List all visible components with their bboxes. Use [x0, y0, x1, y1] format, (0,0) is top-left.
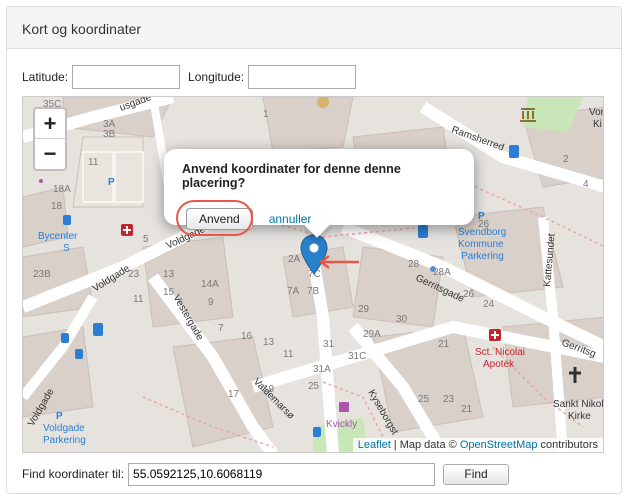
leaflet-link[interactable]: Leaflet: [358, 439, 391, 451]
zoom-control: + −: [33, 107, 67, 171]
house-number: 5: [143, 234, 149, 245]
house-number: 21: [461, 404, 473, 415]
house-number: 28: [408, 259, 420, 270]
poi-label: Svendborg: [458, 227, 506, 238]
house-number: 23B: [33, 269, 51, 280]
poi-label: Vor: [589, 107, 604, 118]
bus-stop-icon: [313, 427, 321, 437]
parking-icon: P: [478, 211, 485, 222]
poi-label: Apotek: [483, 359, 515, 370]
popup-actions: Anvend annuller: [176, 200, 456, 236]
house-number: 24: [483, 299, 495, 310]
house-number: 29: [358, 304, 370, 315]
osm-link[interactable]: OpenStreetMap: [460, 439, 538, 451]
coordinates-row: Latitude: Longitude:: [22, 64, 357, 90]
house-number: 31C: [348, 351, 366, 362]
find-button[interactable]: Find: [443, 463, 510, 485]
parking-icon: P: [56, 411, 63, 422]
house-number: 2: [563, 154, 569, 165]
poi-label: S: [63, 243, 70, 254]
house-number: 13: [163, 269, 175, 280]
map-view[interactable]: usgade Voldgade Voldgade Vestergade Vold…: [22, 96, 604, 453]
poi-label: Bycenter: [38, 231, 78, 242]
house-number: 4: [583, 179, 589, 190]
house-number: 18: [51, 201, 63, 212]
longitude-label: Longitude:: [188, 70, 245, 84]
poi-label: Kvickly: [326, 419, 357, 430]
house-number: 25: [418, 394, 430, 405]
house-number: 15: [163, 287, 175, 298]
poi-label: Kirke: [568, 411, 591, 422]
poi-label: Ki: [593, 119, 602, 130]
apply-wrapper: Anvend: [176, 200, 253, 236]
confirm-popup: Anvend koordinater for denne denne place…: [164, 149, 474, 238]
charging-station-icon: [509, 145, 519, 158]
house-number: 11: [133, 294, 144, 305]
bus-stop-icon: [63, 215, 71, 225]
house-number: 23: [128, 269, 140, 280]
latitude-input[interactable]: [72, 65, 181, 89]
find-coordinates-input[interactable]: [128, 462, 436, 486]
house-number: 14A: [201, 279, 219, 290]
parking-icon: P: [108, 177, 115, 188]
latitude-label: Latitude:: [22, 70, 69, 84]
highlight-ring: [176, 200, 253, 236]
panel-title: Kort og koordinater: [7, 7, 621, 49]
map-attribution: Leaflet | Map data © OpenStreetMap contr…: [352, 438, 603, 452]
house-number: 1: [263, 109, 269, 120]
house-number: 16: [241, 331, 253, 342]
house-number: 7C: [308, 269, 321, 280]
house-number: 18A: [53, 184, 71, 195]
attribution-sep: | Map data ©: [390, 439, 460, 451]
find-label: Find koordinater til:: [22, 467, 125, 481]
house-number: 26: [463, 289, 475, 300]
attribution-tail: contributors: [537, 439, 598, 451]
house-number: 3B: [103, 129, 116, 140]
zoom-in-button[interactable]: +: [35, 109, 65, 139]
poi-label: Sankt Nikol: [553, 399, 604, 410]
house-number: 31: [323, 339, 335, 350]
popup-title: Anvend koordinater for denne denne place…: [182, 162, 401, 190]
map-panel: Kort og koordinater Latitude: Longitude:: [6, 6, 622, 494]
house-number: 21: [438, 339, 450, 350]
house-number: 17: [228, 389, 240, 400]
poi-label: Kommune: [458, 239, 504, 250]
poi-label: Parkering: [461, 251, 504, 262]
house-number: 23: [443, 394, 455, 405]
bus-stop-icon: [61, 333, 69, 343]
house-number: 2A: [288, 254, 301, 265]
house-number: 7B: [307, 286, 320, 297]
house-number: 25: [308, 381, 320, 392]
house-number: 7: [218, 323, 224, 334]
house-number: 29A: [363, 329, 381, 340]
house-number: 19: [263, 384, 275, 395]
cancel-link[interactable]: annuller: [269, 212, 312, 226]
house-number: 30: [396, 314, 408, 325]
poi-label: Parkering: [43, 435, 86, 446]
find-row: Find koordinater til: Find: [22, 462, 510, 486]
longitude-input[interactable]: [248, 65, 357, 89]
charging-station-icon: [93, 323, 103, 336]
shop-icon: [339, 402, 349, 412]
poi-label: Sct. Nicolai: [475, 347, 525, 358]
house-number: 11: [88, 157, 99, 168]
house-number: 9: [208, 297, 214, 308]
zoom-out-button[interactable]: −: [35, 139, 65, 169]
bus-stop-icon: [75, 349, 83, 359]
house-number: 7A: [287, 286, 300, 297]
poi-label: Voldgade: [43, 423, 85, 434]
house-number: 11: [283, 349, 294, 360]
house-number: 31A: [313, 364, 331, 375]
house-number: 13: [263, 337, 275, 348]
